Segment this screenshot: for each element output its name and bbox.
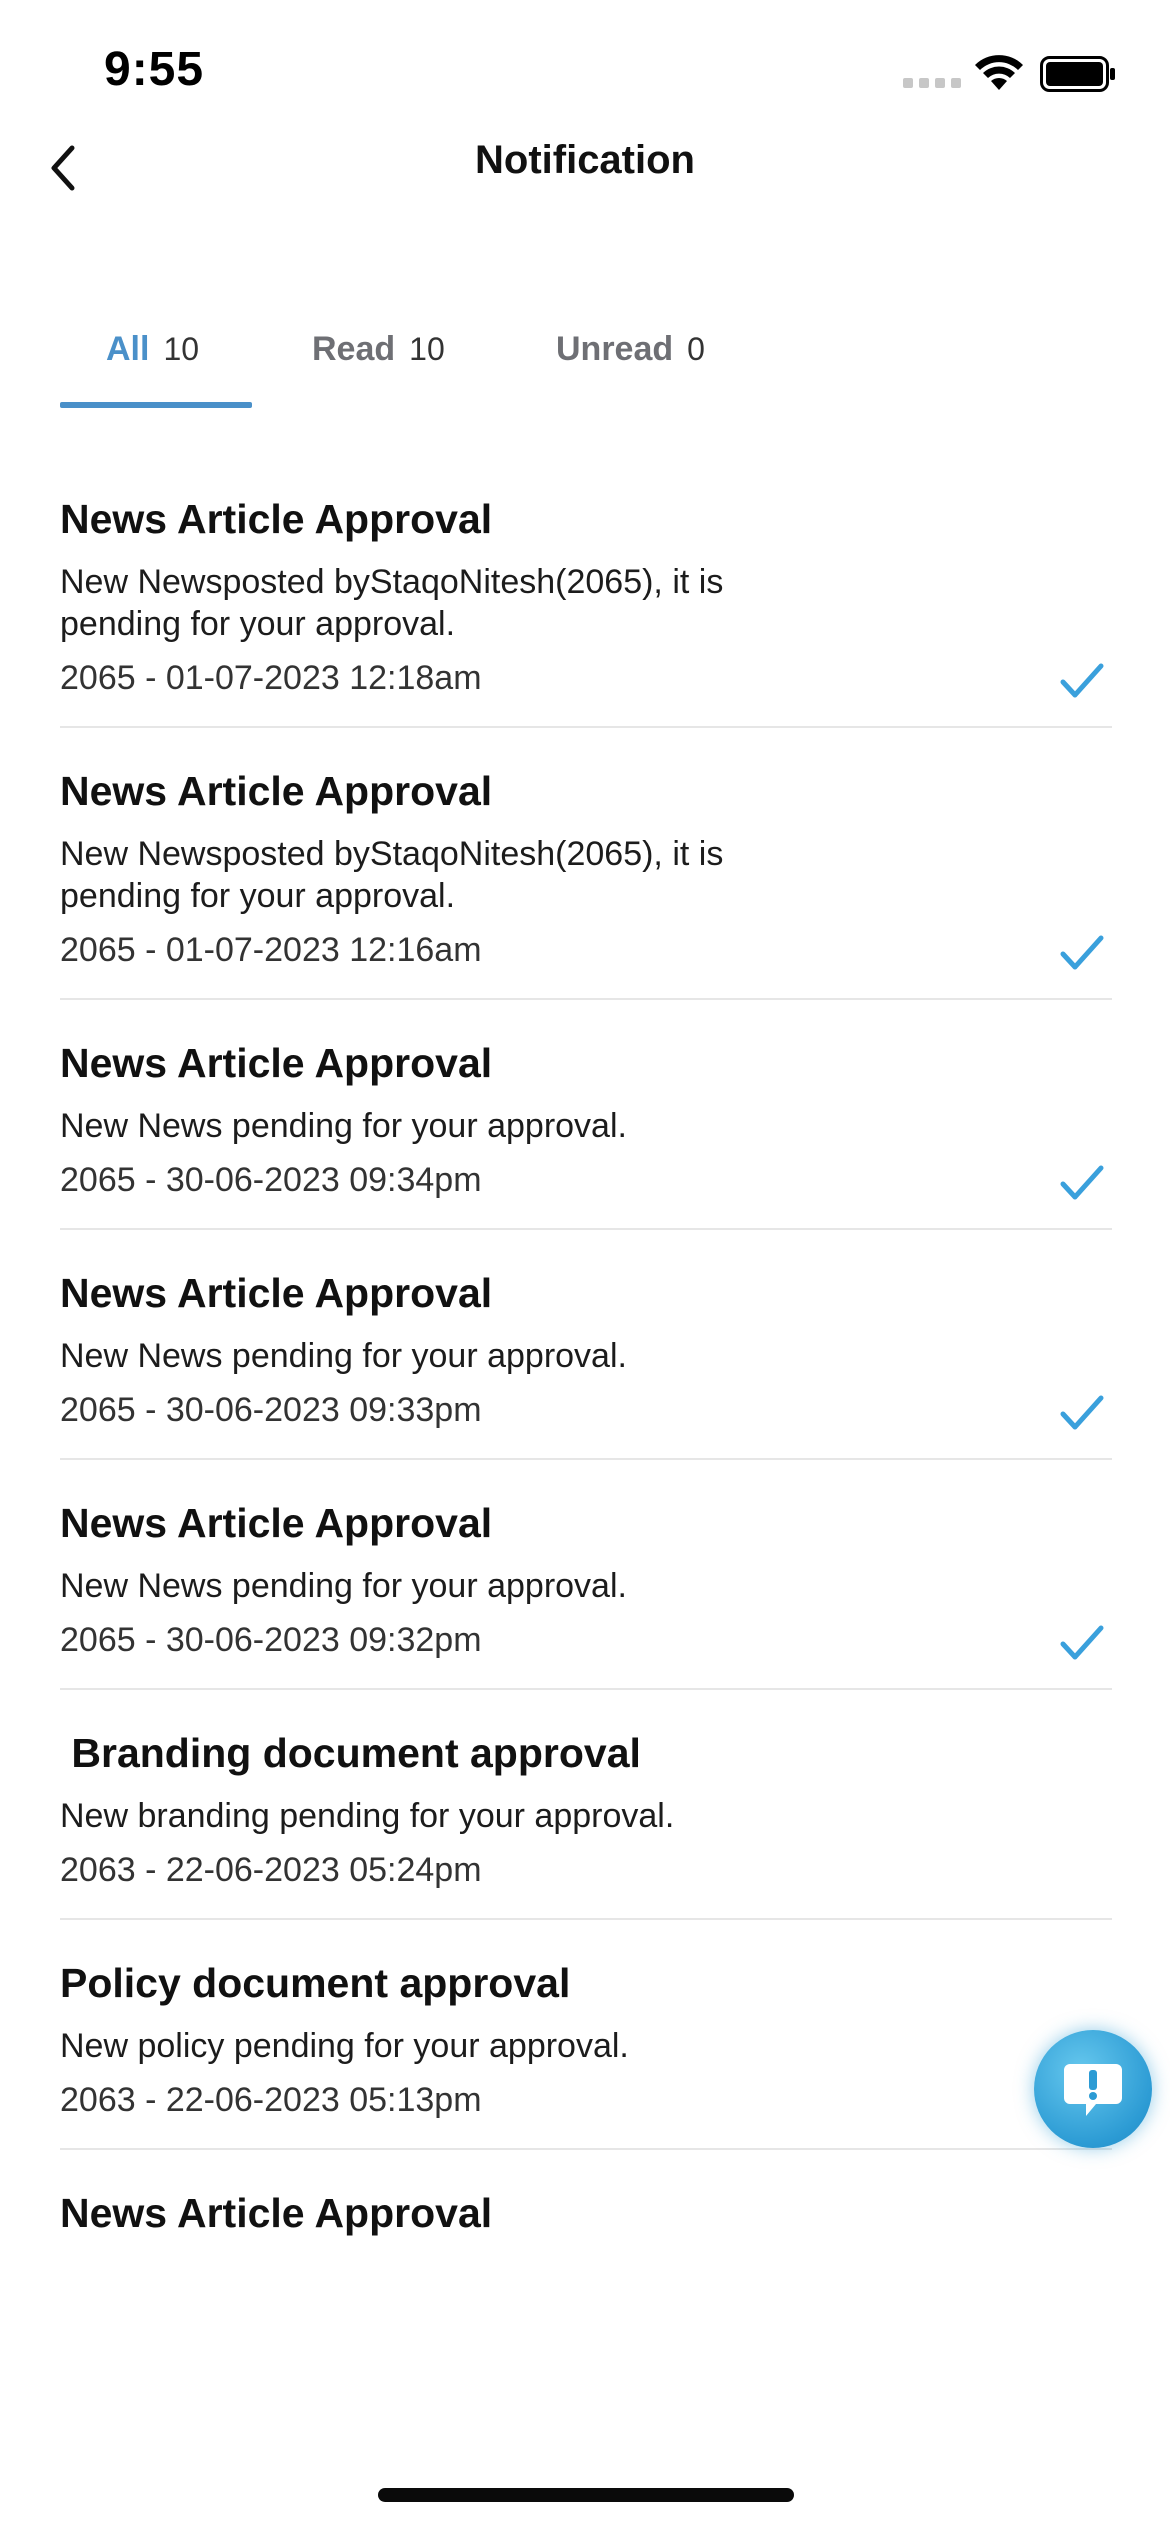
tab-read[interactable]: Read 10: [312, 330, 445, 414]
notification-title: News Article Approval: [60, 496, 493, 542]
active-tab-indicator: [60, 402, 252, 408]
checkmark-icon: [1060, 663, 1104, 698]
notification-item[interactable]: News Article Approval New Newsposted byS…: [60, 490, 1112, 728]
tab-unread-count: 0: [687, 331, 705, 367]
battery-icon: [1040, 56, 1115, 92]
checkmark-icon: [1060, 935, 1104, 970]
tab-unread[interactable]: Unread 0: [556, 330, 705, 414]
page-title: Notification: [475, 138, 695, 182]
notification-meta: 2065 - 30-06-2023 09:33pm: [60, 1391, 482, 1429]
status-time: 9:55: [104, 43, 205, 96]
notification-list: News Article Approval New Newsposted byS…: [60, 490, 1112, 2317]
status-bar: 9:55: [0, 0, 1170, 140]
notification-meta: 2065 - 01-07-2023 12:18am: [60, 659, 482, 697]
notification-meta: 2065 - 30-06-2023 09:34pm: [60, 1161, 482, 1199]
notification-body: New News pending for your approval.: [60, 1107, 627, 1145]
tab-read-count: 10: [409, 331, 445, 367]
help-button[interactable]: [1034, 2030, 1152, 2148]
notification-title: News Article Approval: [60, 1270, 493, 1316]
notification-item[interactable]: News Article Approval New News pending f…: [60, 1264, 1112, 1460]
notification-meta: 2063 - 22-06-2023 05:24pm: [60, 1851, 482, 1889]
signal-strength-icon: [903, 78, 961, 88]
notification-title: News Article Approval: [60, 2190, 493, 2236]
checkmark-icon: [1060, 1165, 1104, 1200]
notification-item[interactable]: News Article Approval New Newsposted byS…: [60, 762, 1112, 1000]
notification-body: New policy pending for your approval.: [60, 2027, 629, 2065]
tab-read-label: Read: [312, 330, 396, 368]
checkmark-icon: [1060, 1625, 1104, 1660]
notification-item[interactable]: News Article Approval: [60, 2184, 1112, 2283]
notification-title: News Article Approval: [60, 768, 493, 814]
notification-body: New branding pending for your approval.: [60, 1797, 675, 1835]
tab-unread-label: Unread: [556, 330, 674, 368]
notification-meta: 2065 - 30-06-2023 09:32pm: [60, 1621, 482, 1659]
notification-body: New Newsposted byStaqoNitesh(2065), it i…: [60, 835, 724, 915]
notification-meta: 2063 - 22-06-2023 05:13pm: [60, 2081, 482, 2119]
exclamation-bubble-icon: [1064, 2064, 1122, 2116]
notification-body: New News pending for your approval.: [60, 1337, 627, 1375]
tab-bar: All 10 Read 10 Unread 0: [60, 310, 1110, 414]
notification-item[interactable]: News Article Approval New News pending f…: [60, 1034, 1112, 1230]
notification-item[interactable]: News Article Approval New News pending f…: [60, 1494, 1112, 1690]
notification-body: New Newsposted byStaqoNitesh(2065), it i…: [60, 563, 724, 643]
tab-all-count: 10: [163, 331, 200, 367]
checkmark-icon: [1060, 1395, 1104, 1430]
home-indicator: [378, 2488, 794, 2502]
tab-all-label: All: [106, 330, 150, 368]
notification-title: Branding document approval: [60, 1730, 641, 1776]
notification-item[interactable]: Branding document approval New branding …: [60, 1724, 1112, 1920]
notification-title: News Article Approval: [60, 1040, 493, 1086]
notification-item[interactable]: Policy document approval New policy pend…: [60, 1954, 1112, 2150]
wifi-icon: [975, 55, 1023, 90]
notification-meta: 2065 - 01-07-2023 12:16am: [60, 931, 482, 969]
notification-title: News Article Approval: [60, 1500, 493, 1546]
notification-body: New News pending for your approval.: [60, 1567, 627, 1605]
header: Notification: [0, 120, 1170, 210]
notification-title: Policy document approval: [60, 1960, 571, 2006]
